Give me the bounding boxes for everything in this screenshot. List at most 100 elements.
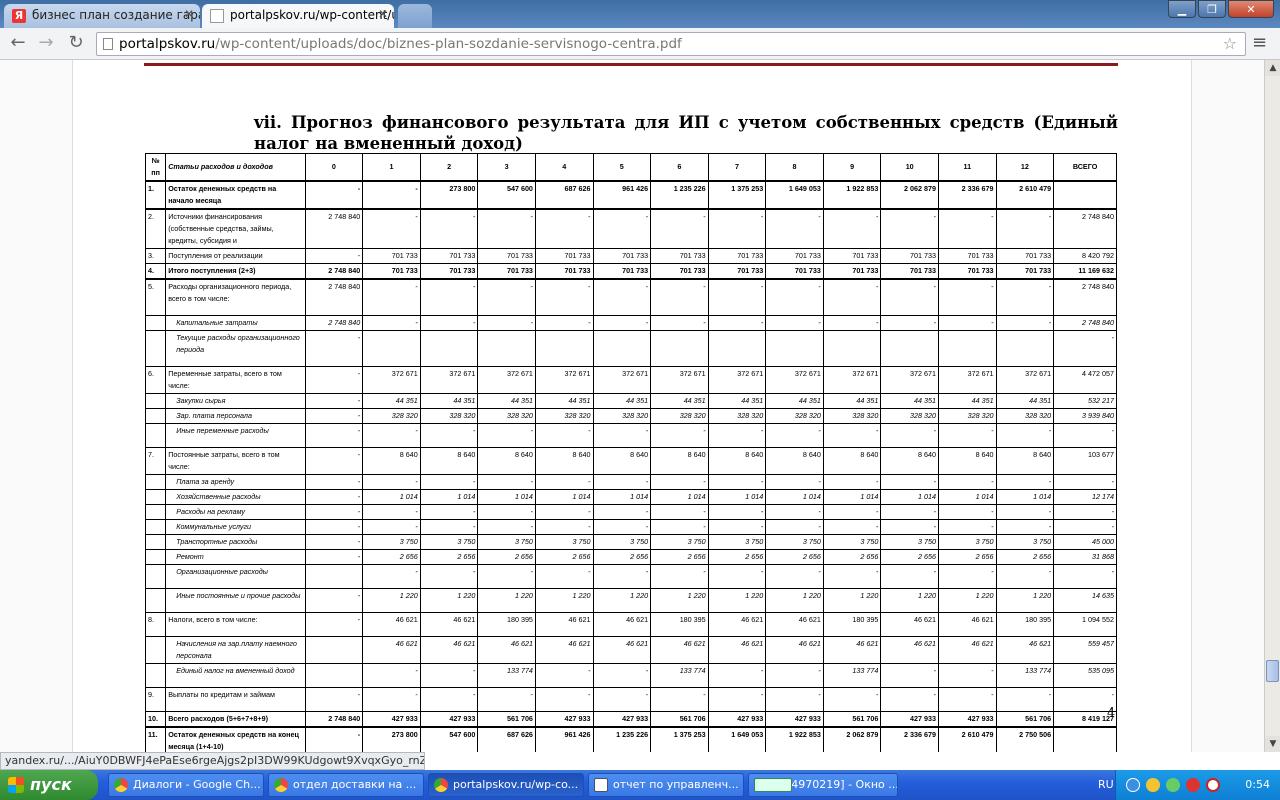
app-tray-icon[interactable]: [1206, 778, 1220, 792]
address-bar[interactable]: portalpskov.ru/wp-content/uploads/doc/bi…: [96, 32, 1246, 56]
close-icon[interactable]: ✕: [378, 7, 388, 21]
page-number: 4: [1107, 706, 1116, 721]
value-cell: -: [534, 518, 594, 535]
value-cell: -: [707, 503, 767, 520]
new-tab-button[interactable]: [398, 4, 432, 28]
value-cell: -: [362, 686, 421, 712]
value-cell: 701 733: [592, 263, 652, 280]
value-cell: -: [592, 503, 652, 520]
forward-arrow-icon[interactable]: →: [34, 32, 58, 56]
row-label: Поступления от реализации: [165, 248, 306, 264]
window-close-icon[interactable]: ✕: [1228, 0, 1274, 18]
table-row: Плата за аренду - - - - - - - - - - - - - -: [144, 473, 1117, 490]
row-number: [144, 422, 167, 448]
value-cell: 2 748 840: [1053, 314, 1117, 331]
value-cell: 1 014: [937, 488, 997, 505]
row-number: 2.: [144, 208, 167, 249]
value-cell: 547 600: [419, 726, 479, 752]
value-cell: 701 733: [822, 248, 882, 264]
tab-pdf[interactable]: portalpskov.ru/wp-content/u ✕: [202, 4, 394, 28]
reload-icon[interactable]: ↻: [64, 32, 88, 56]
bookmark-star-icon[interactable]: ☆: [1223, 33, 1237, 55]
value-cell: 46 621: [822, 635, 882, 664]
value-cell: 1 014: [592, 488, 652, 505]
value-cell: 372 671: [650, 365, 709, 394]
security-icon[interactable]: [1146, 778, 1160, 792]
value-cell: -: [592, 686, 652, 712]
value-cell: [765, 329, 824, 367]
value-cell: -: [880, 686, 939, 712]
row-label: Закупки сырья: [165, 392, 306, 409]
value-cell: 2 610 479: [995, 180, 1055, 210]
value-cell: 2 748 840: [304, 208, 364, 249]
vertical-scrollbar[interactable]: ▲ ▼: [1264, 60, 1280, 752]
value-cell: [707, 329, 767, 367]
taskbar-item[interactable]: отдел доставки на ...: [268, 773, 424, 797]
taskbar-item[interactable]: [444970219] - Окно ...: [748, 773, 898, 797]
row-label: Всего расходов (5+6+7+8+9): [165, 710, 306, 728]
value-cell: -: [419, 473, 479, 490]
value-cell: 1 220: [822, 587, 882, 613]
network-icon[interactable]: [1166, 778, 1180, 792]
scroll-down-icon[interactable]: ▼: [1265, 736, 1280, 752]
value-cell: -: [592, 278, 652, 316]
value-cell: 2 336 679: [880, 726, 939, 752]
value-cell: -: [995, 422, 1055, 448]
value-cell: 133 774: [650, 662, 709, 688]
value-cell: 3 750: [362, 533, 421, 550]
close-icon[interactable]: ✕: [184, 7, 194, 21]
value-cell: 1 922 853: [765, 726, 824, 752]
value-cell: 46 621: [419, 635, 479, 664]
help-icon[interactable]: [1126, 778, 1140, 792]
value-cell: -: [822, 518, 882, 535]
value-cell: 1 220: [707, 587, 767, 613]
value-cell: -: [362, 314, 421, 331]
value-cell: 44 351: [477, 392, 536, 409]
value-cell: 8 640: [362, 446, 421, 475]
value-cell: -: [765, 473, 824, 490]
value-cell: -: [650, 563, 709, 589]
table-row: 4. Итого поступления (2+3) 2 748 840 701 73…: [144, 263, 1117, 280]
taskbar-item[interactable]: отчет по управленч...: [588, 773, 744, 797]
value-cell: 328 320: [477, 407, 536, 424]
table-row: Зар. плата персонала -328 320 328 320 328 3…: [144, 407, 1117, 424]
tab-yandex-search[interactable]: Я бизнес план создание гара ✕: [4, 4, 200, 28]
value-cell: -: [304, 407, 364, 424]
value-cell: 46 621: [880, 611, 939, 637]
antivirus-icon[interactable]: [1186, 778, 1200, 792]
value-cell: 701 733: [822, 263, 882, 280]
table-row: Иные постоянные и прочие расходы -1 220 1 …: [144, 587, 1117, 613]
taskbar-item[interactable]: Диалоги - Google Ch...: [108, 773, 264, 797]
taskbar-item-active[interactable]: portalpskov.ru/wp-co...: [428, 773, 584, 797]
minimize-icon[interactable]: ▁: [1168, 0, 1196, 18]
scroll-thumb[interactable]: [1266, 660, 1279, 682]
value-cell: 547 600: [477, 180, 536, 210]
row-number: [144, 518, 167, 535]
back-arrow-icon[interactable]: ←: [6, 32, 30, 56]
column-header-period: 1: [362, 153, 421, 182]
restore-icon[interactable]: ❐: [1198, 0, 1226, 18]
row-number: [144, 407, 167, 424]
row-number: 6.: [144, 365, 167, 394]
table-row: Единый налог на вмененный доход - -133 774…: [144, 662, 1117, 688]
value-cell: 701 733: [765, 263, 824, 280]
value-cell: 8 640: [592, 446, 652, 475]
value-cell: 1 649 053: [765, 180, 824, 210]
value-cell: 2 656: [477, 548, 536, 565]
value-cell: -: [362, 473, 421, 490]
value-cell: 701 733: [707, 263, 767, 280]
row-label: Постоянные затраты, всего в том числе:: [165, 446, 306, 475]
pdf-viewer: vii. Прогноз финансового результата для …: [0, 60, 1264, 752]
row-number: [144, 392, 167, 409]
language-indicator[interactable]: RU: [1098, 778, 1114, 791]
table-row: 8. Налоги, всего в том числе: -46 621 46 62…: [144, 611, 1117, 637]
start-button[interactable]: пуск: [0, 770, 98, 800]
value-cell: -: [304, 587, 364, 613]
scroll-up-icon[interactable]: ▲: [1265, 60, 1280, 76]
menu-icon[interactable]: ≡: [1252, 32, 1267, 53]
value-cell: 701 733: [995, 263, 1055, 280]
value-cell: -: [419, 518, 479, 535]
value-cell: -: [592, 563, 652, 589]
value-cell: 961 426: [534, 726, 594, 752]
value-cell: 701 733: [477, 248, 536, 264]
